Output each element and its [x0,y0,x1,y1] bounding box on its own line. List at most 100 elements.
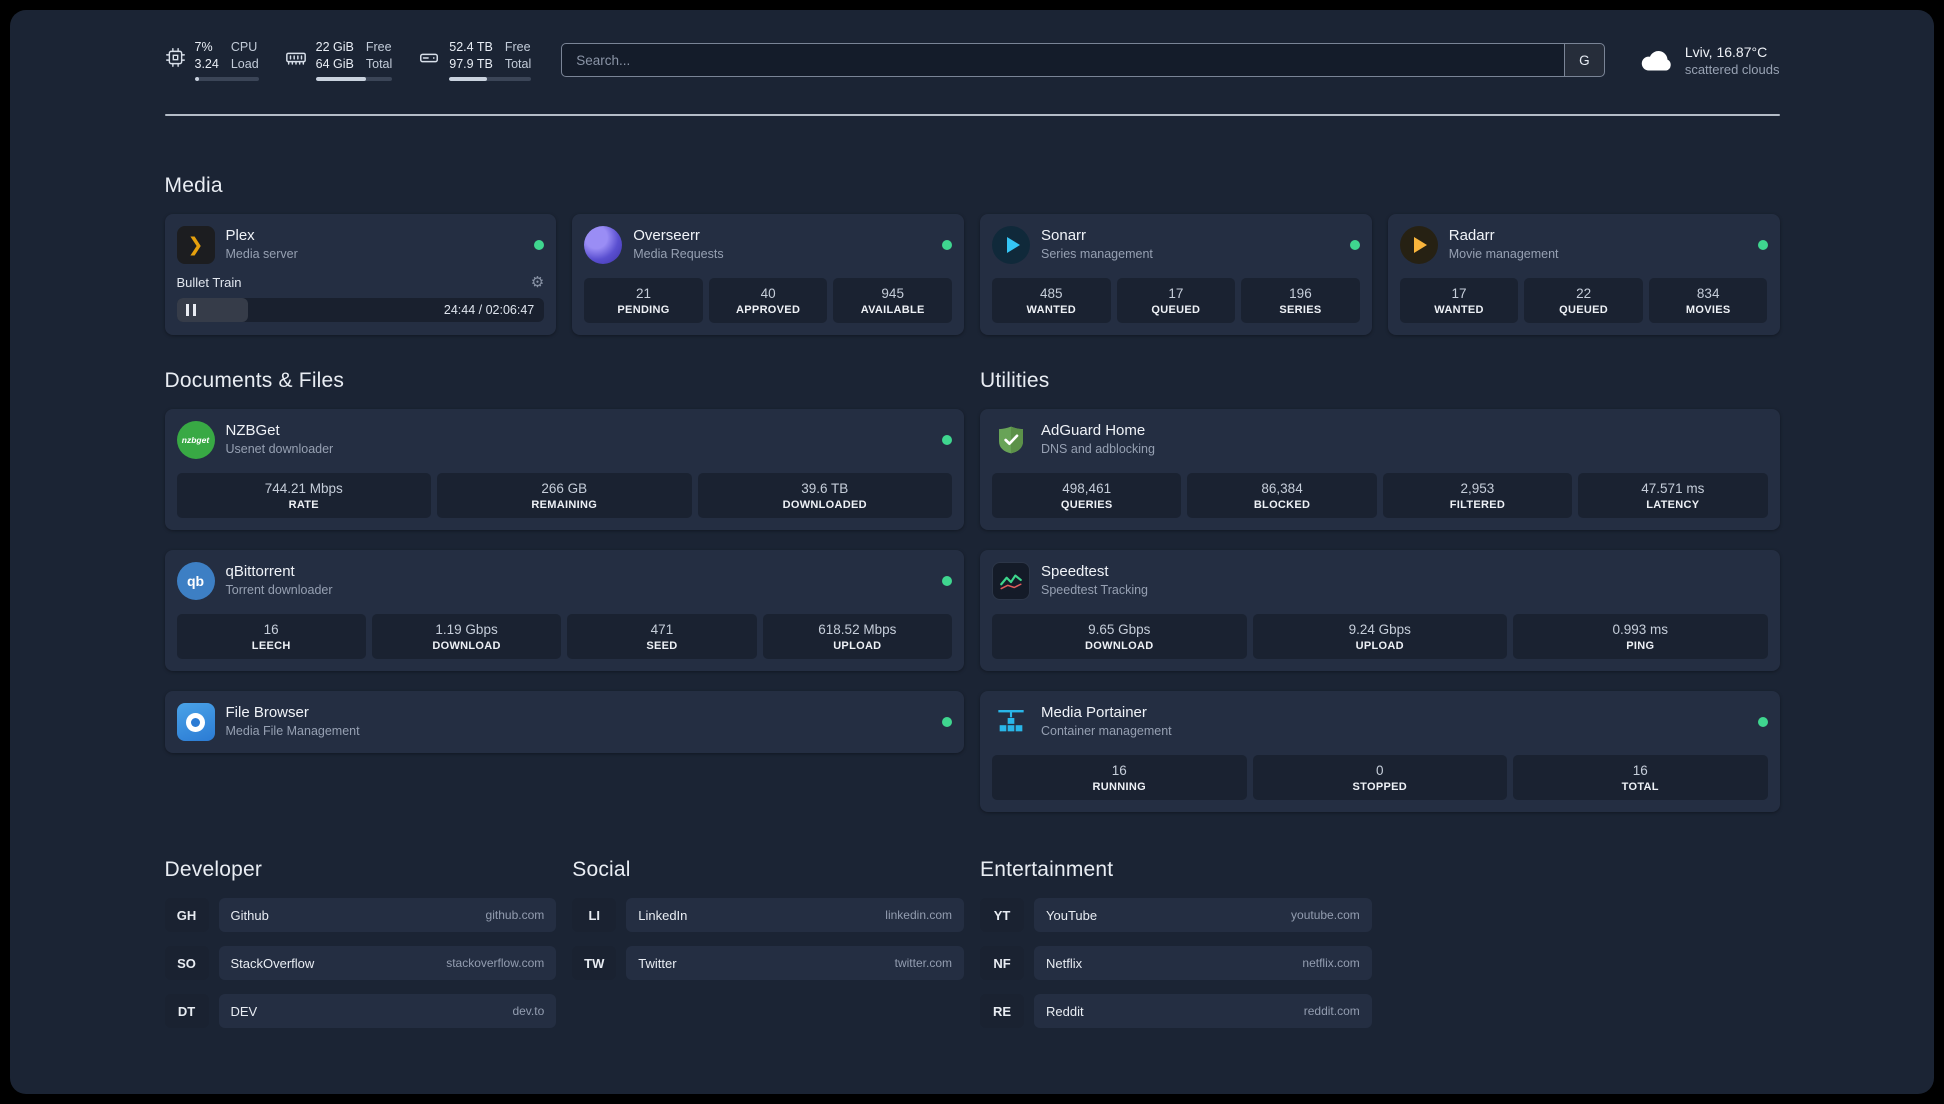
stat-filtered: 2,953 FILTERED [1382,473,1573,518]
dashboard: 7% 3.24 CPU Load 22 GiB 64 GiB Free Tota… [10,10,1934,1094]
service-link-speedtest[interactable]: Speedtest Speedtest Tracking [992,562,1768,600]
service-link-qbittorrent[interactable]: qBittorrent Torrent downloader [176,562,952,600]
bookmark-abbr: LI [572,898,617,932]
search-bar: G [561,43,1605,77]
bookmark-url: linkedin.com [885,908,952,922]
cloud-icon [1639,44,1675,77]
status-dot [942,435,952,445]
service-name: File Browser [225,704,309,722]
bookmark-dev-to[interactable]: DT DEV dev.to [164,994,557,1028]
stat-stopped: 0 STOPPED [1252,755,1507,800]
service-link-plex[interactable]: Plex Media server [176,226,545,264]
disk-free-label: Free [504,40,531,55]
bookmark-twitter[interactable]: TW Twitter twitter.com [572,946,964,980]
service-subtitle: Torrent downloader [225,583,333,598]
bookmark-abbr: NF [980,946,1024,980]
now-playing-title: Bullet Train [176,275,242,290]
status-dot [942,717,952,727]
bookmark-linkedin[interactable]: LI LinkedIn linkedin.com [572,898,964,932]
service-card-radarr: Radarr Movie management 17 WANTED 22 QUE… [1387,214,1780,335]
bookmark-name: Github [230,907,269,923]
bookmark-name: Twitter [638,955,677,971]
service-link-adguard[interactable]: AdGuard Home DNS and adblocking [992,421,1768,459]
bookmark-abbr: YT [980,898,1024,932]
bookmark-name: LinkedIn [638,907,688,923]
section-media: Media Plex Media server Bullet Train [164,174,1780,335]
disk-total-value: 97.9 TB [449,57,493,71]
stat-remaining: 266 GB REMAINING [437,473,692,518]
stat-upload: 618.52 Mbps UPLOAD [762,614,952,659]
weather-widget: Lviv, 16.87°C scattered clouds [1639,44,1780,77]
bookmark-netflix[interactable]: NF Netflix netflix.com [980,946,1372,980]
service-card-sonarr: Sonarr Series management 485 WANTED 17 Q… [980,214,1372,335]
stat-queued: 17 QUEUED [1116,278,1236,323]
screen: 7% 3.24 CPU Load 22 GiB 64 GiB Free Tota… [0,0,1944,1104]
stat-wanted: 17 WANTED [1399,278,1519,323]
service-link-nzbget[interactable]: NZBGet Usenet downloader [176,421,952,459]
service-subtitle: Container management [1041,724,1172,739]
search-provider-button[interactable]: G [1563,44,1604,76]
disk-total-label: Total [504,57,532,71]
service-card-portainer: Media Portainer Container management 16 … [980,691,1780,812]
weather-condition: scattered clouds [1684,61,1780,77]
cpu-usage-label: CPU [230,40,258,55]
service-name: Media Portainer [1041,704,1147,722]
playback-progress-bar[interactable]: 24:44 / 02:06:47 [176,298,545,322]
bookmark-url: github.com [485,908,545,922]
bookmark-abbr: RE [980,994,1024,1028]
section-title-developer: Developer [164,858,263,881]
settings-gear-icon[interactable] [531,275,544,290]
adguard-shield-icon [992,421,1030,459]
stat-running: 16 RUNNING [992,755,1247,800]
service-link-overseerr[interactable]: Overseerr Media Requests [584,226,952,264]
service-name: qBittorrent [225,563,295,581]
bookmark-reddit[interactable]: RE Reddit reddit.com [980,994,1372,1028]
bookmark-github[interactable]: GH Github github.com [164,898,557,932]
section-documents-files: Documents & Files NZBGet Usenet download… [164,369,964,753]
cpu-usage-value: 7% [194,40,213,55]
bookmark-name: Netflix [1046,955,1083,971]
cpu-load-value: 3.24 [194,57,219,71]
stat-available: 945 AVAILABLE [833,278,952,323]
stat-movies: 834 MOVIES [1648,278,1768,323]
stat-seed: 471 SEED [567,614,757,659]
section-utilities: Utilities AdGuard Home DNS and adblockin… [980,369,1780,812]
status-dot [942,240,952,250]
service-link-radarr[interactable]: Radarr Movie management [1399,226,1768,264]
status-dot [1349,240,1360,250]
service-subtitle: Series management [1041,247,1153,262]
cpu-progress-bar [194,76,259,81]
bookmark-url: stackoverflow.com [446,956,545,970]
bookmark-abbr: DT [164,994,209,1028]
stat-pending: 21 PENDING [584,278,703,323]
hard-drive-icon [418,39,440,74]
bookmark-youtube[interactable]: YT YouTube youtube.com [980,898,1372,932]
service-subtitle: Movie management [1448,247,1559,262]
system-stats: 7% 3.24 CPU Load 22 GiB 64 GiB Free Tota… [165,39,532,81]
memory-free-value: 22 GiB [315,40,354,55]
search-input[interactable] [562,44,1564,76]
memory-free-label: Free [365,40,392,55]
service-card-speedtest: Speedtest Speedtest Tracking 9.65 Gbps D… [980,550,1780,671]
section-title-files: Documents & Files [164,369,345,392]
pause-icon[interactable] [185,304,196,316]
bookmark-group-empty [1388,858,1780,1028]
sonarr-icon [992,226,1030,264]
service-link-portainer[interactable]: Media Portainer Container management [992,703,1768,741]
status-dot [942,576,952,586]
stat-approved: 40 APPROVED [708,278,828,323]
stat-rate: 744.21 Mbps RATE [176,473,431,518]
stat-queries: 498,461 QUERIES [992,473,1182,518]
service-name: Sonarr [1041,227,1087,245]
service-link-filebrowser[interactable]: File Browser Media File Management [176,703,952,741]
stat-queued: 22 QUEUED [1524,278,1643,323]
memory-widget: 22 GiB 64 GiB Free Total [285,39,393,81]
bookmark-url: netflix.com [1302,956,1360,970]
playback-time: 24:44 / 02:06:47 [443,303,535,317]
disk-widget: 52.4 TB 97.9 TB Free Total [418,39,532,81]
stat-latency: 47.571 ms LATENCY [1578,473,1768,518]
bookmark-stackoverflow[interactable]: SO StackOverflow stackoverflow.com [164,946,557,980]
service-name: AdGuard Home [1041,422,1146,440]
service-link-sonarr[interactable]: Sonarr Series management [992,226,1360,264]
service-card-nzbget: NZBGet Usenet downloader 744.21 Mbps RAT… [164,409,964,530]
